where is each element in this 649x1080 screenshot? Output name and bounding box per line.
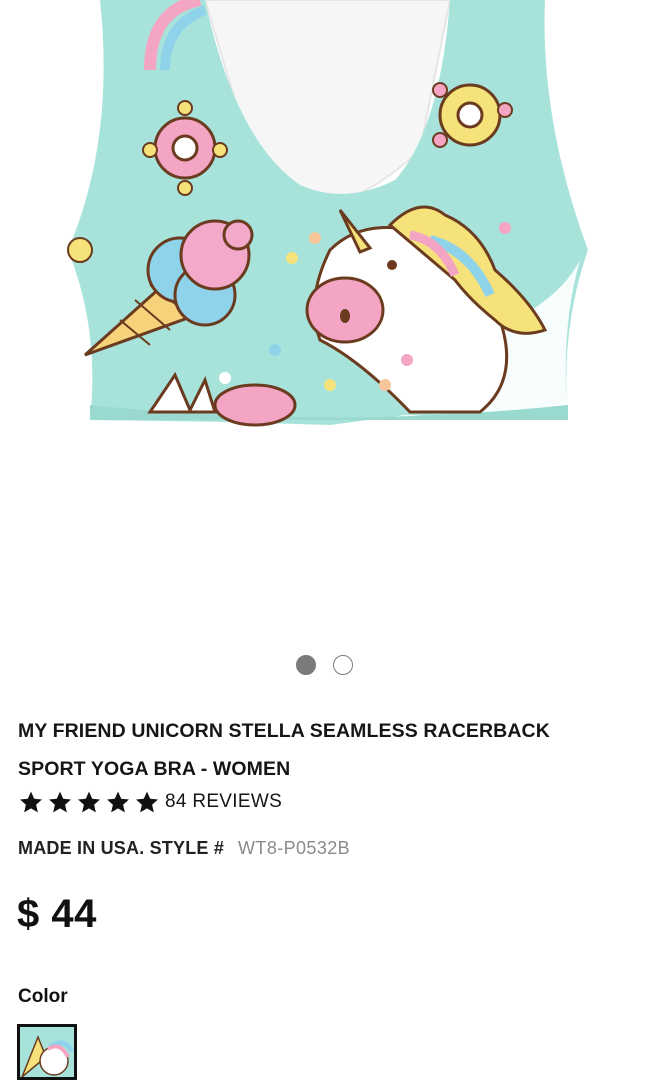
reviews-link[interactable]: 84 REVIEWS	[165, 791, 282, 813]
sports-bra-illustration	[67, 0, 588, 427]
gallery-pagination	[0, 655, 649, 675]
swatch-pattern-thumbnail	[20, 1027, 74, 1077]
product-title-line-2: SPORT YOGA BRA - WOMEN	[18, 758, 291, 780]
star-icon	[20, 791, 42, 812]
product-title: MY FRIEND UNICORN STELLA SEAMLESS RACERB…	[18, 712, 630, 788]
color-swatch[interactable]	[17, 1024, 77, 1080]
gallery-dot-2[interactable]	[333, 655, 353, 675]
style-label: MADE IN USA. STYLE #	[18, 838, 225, 858]
star-icon	[49, 791, 71, 812]
gallery-dot-1[interactable]	[296, 655, 316, 675]
rating-stars	[18, 790, 160, 815]
color-label: Color	[18, 986, 68, 1007]
style-number: WT8-P0532B	[238, 838, 351, 858]
product-title-line-1: MY FRIEND UNICORN STELLA SEAMLESS RACERB…	[18, 720, 550, 742]
product-price: $ 44	[17, 892, 97, 936]
star-icon	[107, 791, 129, 812]
star-icon	[136, 791, 158, 812]
style-info: MADE IN USA. STYLE # WT8-P0532B	[18, 838, 350, 859]
product-rating[interactable]: 84 REVIEWS	[18, 789, 282, 815]
product-image[interactable]	[0, 0, 649, 640]
star-icon	[78, 791, 100, 812]
